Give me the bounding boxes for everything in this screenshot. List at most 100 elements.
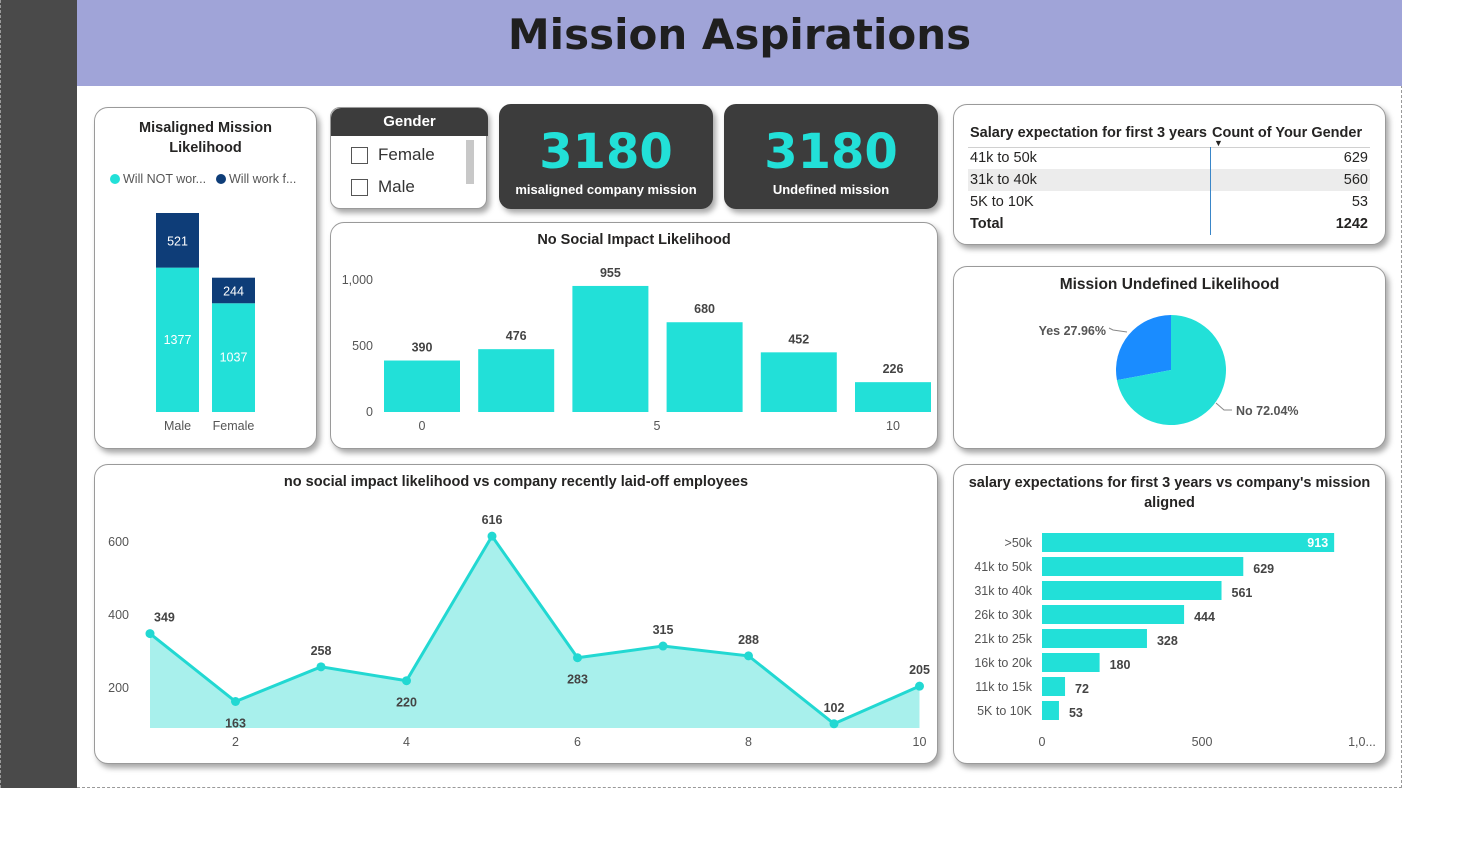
gender-slicer-title: Gender — [331, 108, 488, 136]
matrix-col2-header[interactable]: Count of Your Gender ▼ — [1210, 119, 1370, 148]
matrix-col2-header-label: Count of Your Gender — [1212, 124, 1363, 141]
kpi-misaligned-value: 3180 — [539, 124, 673, 180]
data-label: 244 — [223, 284, 244, 298]
checkbox-icon[interactable] — [351, 178, 368, 196]
y-tick-label: 21k to 25k — [974, 632, 1032, 646]
data-label: 561 — [1232, 586, 1253, 600]
data-label: 955 — [600, 266, 621, 280]
x-tick-label: 5 — [654, 419, 661, 433]
x-tick-label: 10 — [913, 735, 927, 749]
data-point — [915, 681, 924, 691]
header-banner: Mission Aspirations — [77, 0, 1402, 86]
x-tick-label: 1,0... — [1348, 735, 1376, 749]
bar — [1042, 677, 1066, 696]
kpi-misaligned-card[interactable]: 3180 misaligned company mission — [499, 104, 713, 209]
table-row[interactable]: 41k to 50k 629 — [968, 147, 1370, 169]
data-label: 288 — [738, 633, 759, 647]
pie-slice — [1116, 315, 1171, 381]
y-tick-label: 1,000 — [342, 273, 373, 287]
y-tick-label: 5K to 10K — [977, 704, 1033, 718]
matrix-row-value: 53 — [1209, 191, 1370, 213]
data-label: 629 — [1253, 562, 1274, 576]
data-label: 205 — [909, 663, 930, 677]
kpi-undefined-label: Undefined mission — [772, 182, 890, 197]
y-tick-label: 500 — [352, 339, 373, 353]
table-row[interactable]: 31k to 40k 560 — [968, 169, 1370, 191]
slicer-option-label: Female — [378, 145, 435, 164]
data-label: 163 — [225, 717, 246, 731]
mission-undefined-card[interactable]: Mission Undefined Likelihood Yes 27.96% N… — [953, 266, 1386, 449]
y-tick-label: 0 — [366, 405, 373, 419]
data-point — [744, 651, 753, 661]
data-point — [402, 676, 411, 686]
x-tick-label: 0 — [1039, 735, 1046, 749]
report-page: Mission Aspirations Misaligned Mission L… — [0, 0, 1477, 866]
data-label: 476 — [506, 329, 527, 343]
x-tick-label: 8 — [745, 735, 752, 749]
pie-label: No 72.04% — [1236, 404, 1299, 418]
legend-label: Will work f... — [229, 172, 296, 186]
slicer-option-male[interactable]: Male — [351, 175, 415, 199]
x-tick-label: Female — [213, 419, 255, 433]
table-row[interactable]: 5K to 10K 53 — [968, 191, 1370, 213]
left-pane — [0, 0, 77, 788]
legend-marker — [216, 174, 226, 184]
data-label: 1377 — [164, 333, 192, 347]
data-point — [573, 653, 582, 663]
pie-label: Yes 27.96% — [1039, 324, 1106, 338]
data-label: 680 — [694, 302, 715, 316]
matrix-row-label: 41k to 50k — [970, 150, 1037, 167]
y-tick-label: 11k to 15k — [975, 680, 1033, 694]
x-tick-label: Male — [164, 419, 191, 433]
data-label: 616 — [482, 513, 503, 527]
matrix-col1-header[interactable]: Salary expectation for first 3 years — [968, 119, 1210, 147]
data-label: 53 — [1069, 706, 1083, 720]
checkbox-icon[interactable] — [351, 146, 368, 164]
data-point — [316, 662, 326, 672]
sort-desc-icon[interactable]: ▼ — [1214, 138, 1223, 148]
bar — [572, 285, 649, 412]
leader-line — [1108, 327, 1128, 333]
data-label: 452 — [788, 332, 809, 346]
salary-matrix-table: Salary expectation for first 3 years Cou… — [968, 119, 1370, 235]
data-label: 390 — [412, 341, 433, 355]
bar — [1042, 653, 1100, 672]
data-label: 72 — [1075, 682, 1089, 696]
misaligned-mission-card[interactable]: Misaligned Mission Likelihood Will NOT w… — [94, 107, 317, 449]
laid-off-area-chart: 200 400 600 349 163 258 220 616 283 315 288 102 205 2… — [108, 513, 930, 749]
matrix-total-label: Total — [970, 216, 1004, 232]
data-label: 328 — [1157, 634, 1178, 648]
gender-slicer[interactable]: Gender Female Male — [330, 107, 488, 209]
bar — [478, 349, 555, 412]
y-tick-label: >50k — [1005, 536, 1033, 550]
bar — [760, 352, 837, 412]
data-point — [658, 641, 668, 651]
bar — [1042, 701, 1059, 720]
data-label: 220 — [396, 696, 417, 710]
x-tick-label: 2 — [232, 735, 239, 749]
data-point — [829, 719, 839, 729]
salary-mission-card[interactable]: salary expectations for first 3 years vs… — [953, 464, 1386, 764]
leader-line — [1215, 402, 1232, 411]
data-label: 913 — [1307, 536, 1328, 550]
y-tick-label: 200 — [108, 681, 129, 695]
x-tick-label: 6 — [574, 735, 581, 749]
matrix-row-label: 5K to 10K — [970, 194, 1034, 210]
matrix-total-row: Total 1242 — [968, 213, 1370, 235]
data-point — [487, 531, 497, 541]
slicer-option-female[interactable]: Female — [351, 143, 435, 167]
data-label: 349 — [154, 611, 175, 625]
no-social-impact-chart: 0 500 1,000 390 476 955 680 452 226 0 5 10 — [342, 266, 931, 433]
laid-off-line-card[interactable]: no social impact likelihood vs company r… — [94, 464, 938, 764]
page-title: Mission Aspirations — [507, 10, 972, 59]
data-label: 102 — [824, 701, 845, 715]
slicer-scrollbar[interactable] — [466, 140, 474, 184]
y-tick-label: 600 — [108, 535, 129, 549]
kpi-undefined-value: 3180 — [764, 124, 898, 180]
salary-matrix-card[interactable]: Salary expectation for first 3 years Cou… — [953, 104, 1386, 245]
matrix-row-value: 629 — [1209, 147, 1370, 169]
y-tick-label: 16k to 20k — [974, 656, 1032, 670]
no-social-impact-card[interactable]: No Social Impact Likelihood 0 500 1,000 390… — [330, 222, 938, 449]
kpi-undefined-card[interactable]: 3180 Undefined mission — [724, 104, 938, 209]
bar — [1042, 533, 1335, 552]
